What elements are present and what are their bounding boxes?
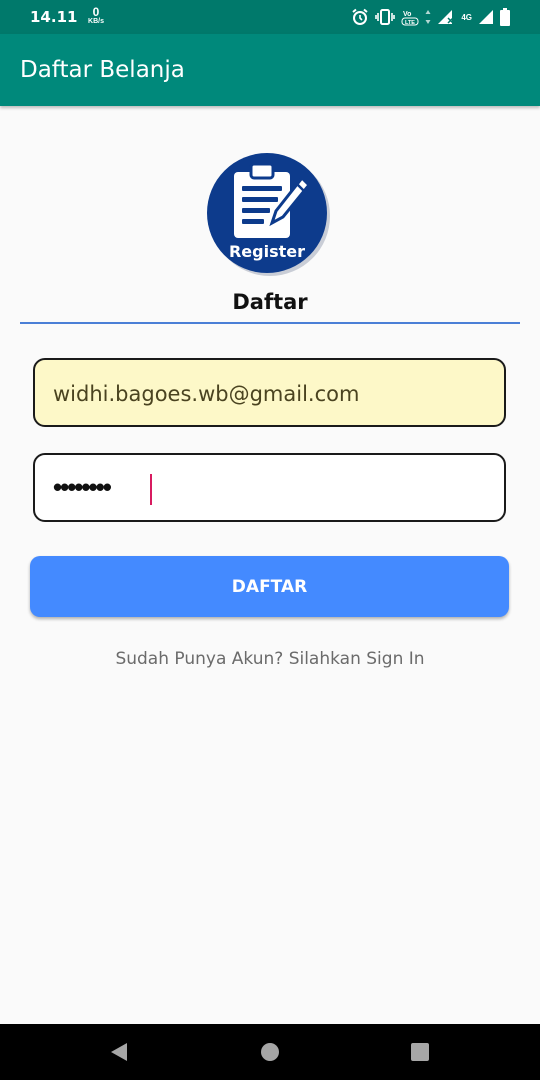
data-arrows-icon xyxy=(425,10,431,24)
page-title: Daftar xyxy=(232,290,308,314)
email-value: widhi.bagoes.wb@gmail.com xyxy=(53,382,360,406)
back-icon[interactable] xyxy=(107,1040,131,1064)
status-bar: 14.11 0 KB/s Vo LTE 4G xyxy=(0,0,540,34)
register-button-label: DAFTAR xyxy=(231,577,308,597)
network-speed-value: 0 xyxy=(92,5,100,19)
register-button[interactable]: DAFTAR xyxy=(30,556,509,617)
svg-text:Vo: Vo xyxy=(403,11,411,18)
recents-icon[interactable] xyxy=(408,1040,432,1064)
password-value: •••••••• xyxy=(53,472,112,502)
network-speed-unit: KB/s xyxy=(88,18,104,25)
nav-bar xyxy=(0,1024,540,1080)
alarm-icon xyxy=(352,8,368,25)
vibrate-icon xyxy=(375,9,396,25)
title-divider xyxy=(20,322,520,324)
signal-icon xyxy=(438,10,454,24)
status-icons: Vo LTE 4G xyxy=(351,6,510,28)
status-time: 14.11 xyxy=(30,8,78,26)
signin-link[interactable]: Sudah Punya Akun? Silahkan Sign In xyxy=(0,649,540,669)
signal-icon xyxy=(479,10,493,24)
password-field[interactable]: •••••••• xyxy=(33,453,506,522)
text-cursor xyxy=(150,474,152,505)
svg-text:LTE: LTE xyxy=(405,20,415,26)
logo-text: Register xyxy=(228,242,306,261)
app-bar: Daftar Belanja xyxy=(0,34,540,106)
network-speed: 0 KB/s xyxy=(84,6,108,25)
app-title: Daftar Belanja xyxy=(20,57,185,83)
battery-icon xyxy=(500,8,510,26)
home-icon[interactable] xyxy=(258,1040,282,1064)
volte-icon: Vo LTE xyxy=(401,11,419,26)
register-logo: Register xyxy=(205,151,331,277)
network-type-label: 4G xyxy=(461,12,472,22)
email-field[interactable]: widhi.bagoes.wb@gmail.com xyxy=(33,358,506,427)
